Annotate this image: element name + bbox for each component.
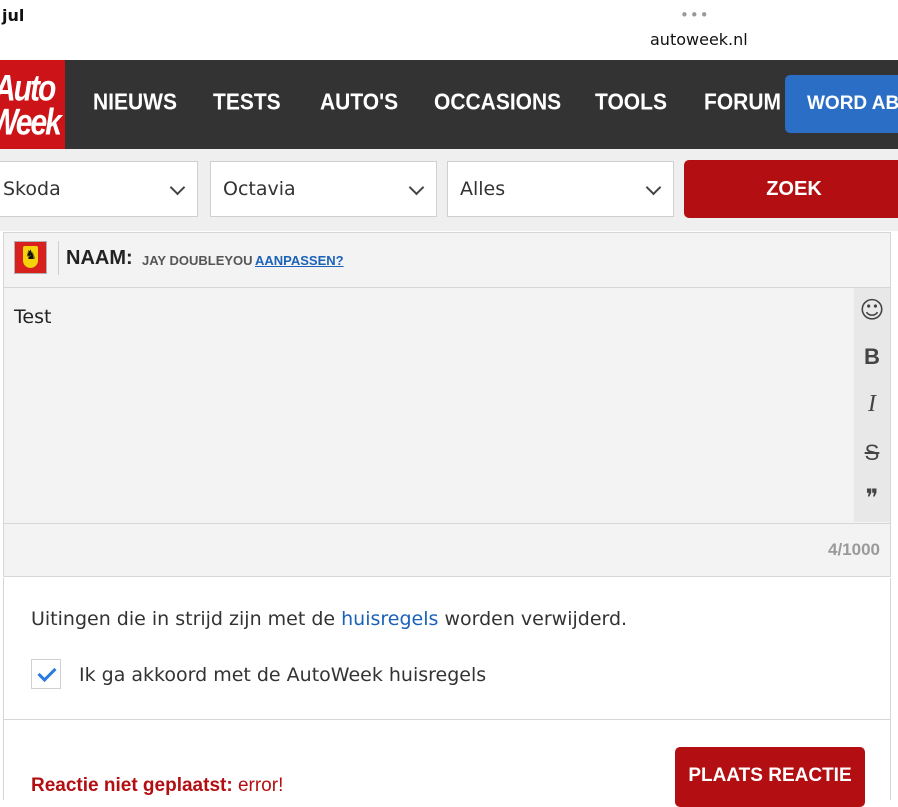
submit-section: Reactie niet geplaatst: error! PLAATS RE…: [3, 720, 891, 807]
italic-icon[interactable]: I: [854, 391, 890, 418]
counter-row: 4/1000: [4, 523, 890, 577]
autoweek-logo[interactable]: Auto Week: [0, 60, 65, 149]
rules-text-before: Uitingen die in strijd zijn met de: [31, 608, 342, 630]
smiley-icon[interactable]: ☺: [854, 296, 890, 324]
bold-icon[interactable]: B: [854, 344, 890, 370]
author-name: JAY DOUBLEYOU: [142, 253, 253, 268]
error-detail: error!: [232, 775, 284, 796]
main-nav: Auto Week NIEUWS TESTS AUTO'S OCCASIONS …: [0, 60, 898, 149]
nav-item-tools[interactable]: TOOLS: [595, 87, 667, 120]
comment-form: ♞ NAAM: JAY DOUBLEYOU AANPASSEN? Test ☺ …: [3, 232, 891, 577]
type-select-value: Alles: [460, 178, 506, 200]
logo-text-week: Week: [0, 101, 62, 143]
nav-item-occasions[interactable]: OCCASIONS: [434, 87, 561, 120]
checkmark-icon: [37, 662, 57, 683]
address-bar-url[interactable]: autoweek.nl: [650, 30, 748, 49]
chevron-down-icon: [169, 179, 186, 196]
change-name-link[interactable]: AANPASSEN?: [255, 253, 344, 268]
avatar: ♞: [14, 241, 47, 274]
type-select[interactable]: Alles: [447, 161, 674, 217]
post-comment-button[interactable]: PLAATS REACTIE: [675, 747, 865, 807]
quote-icon[interactable]: ❞: [854, 484, 890, 512]
brand-select-value: Skoda: [3, 178, 61, 200]
chevron-down-icon: [645, 179, 662, 196]
error-title: Reactie niet geplaatst:: [31, 775, 233, 796]
nav-item-autos[interactable]: AUTO'S: [320, 87, 398, 120]
comment-author-row: ♞ NAAM: JAY DOUBLEYOU AANPASSEN?: [4, 233, 890, 288]
strikethrough-icon[interactable]: S: [854, 440, 890, 466]
error-message: Reactie niet geplaatst: error!: [31, 775, 283, 797]
chevron-down-icon: [408, 179, 425, 196]
brand-select[interactable]: Skoda: [0, 161, 198, 217]
format-toolbar: ☺ B I S ❞: [854, 288, 890, 522]
rules-notice: Uitingen die in strijd zijn met de huisr…: [31, 608, 627, 630]
nav-item-nieuws[interactable]: NIEUWS: [93, 87, 177, 120]
browser-status-bar: jul ••• autoweek.nl: [0, 0, 898, 60]
agree-label[interactable]: Ik ga akkoord met de AutoWeek huisregels: [79, 664, 486, 686]
agree-checkbox[interactable]: [31, 659, 61, 689]
subscribe-button[interactable]: WORD ABONNEE: [785, 75, 898, 133]
name-label: NAAM:: [66, 247, 133, 269]
character-counter: 4/1000: [828, 540, 880, 559]
status-time: jul: [2, 6, 25, 25]
search-button[interactable]: ZOEK: [684, 160, 898, 218]
house-rules-section: Uitingen die in strijd zijn met de huisr…: [3, 578, 891, 720]
prancing-horse-icon: ♞: [25, 248, 37, 263]
model-select-value: Octavia: [223, 178, 296, 200]
car-search-bar: Skoda Octavia Alles ZOEK: [0, 149, 898, 231]
more-dots-icon[interactable]: •••: [680, 6, 710, 24]
model-select[interactable]: Octavia: [210, 161, 437, 217]
nav-item-tests[interactable]: TESTS: [213, 87, 281, 120]
divider: [58, 241, 59, 275]
nav-item-forum[interactable]: FORUM: [704, 87, 781, 120]
comment-textarea[interactable]: Test: [4, 288, 853, 522]
house-rules-link[interactable]: huisregels: [341, 608, 438, 630]
rules-text-after: worden verwijderd.: [438, 608, 628, 630]
